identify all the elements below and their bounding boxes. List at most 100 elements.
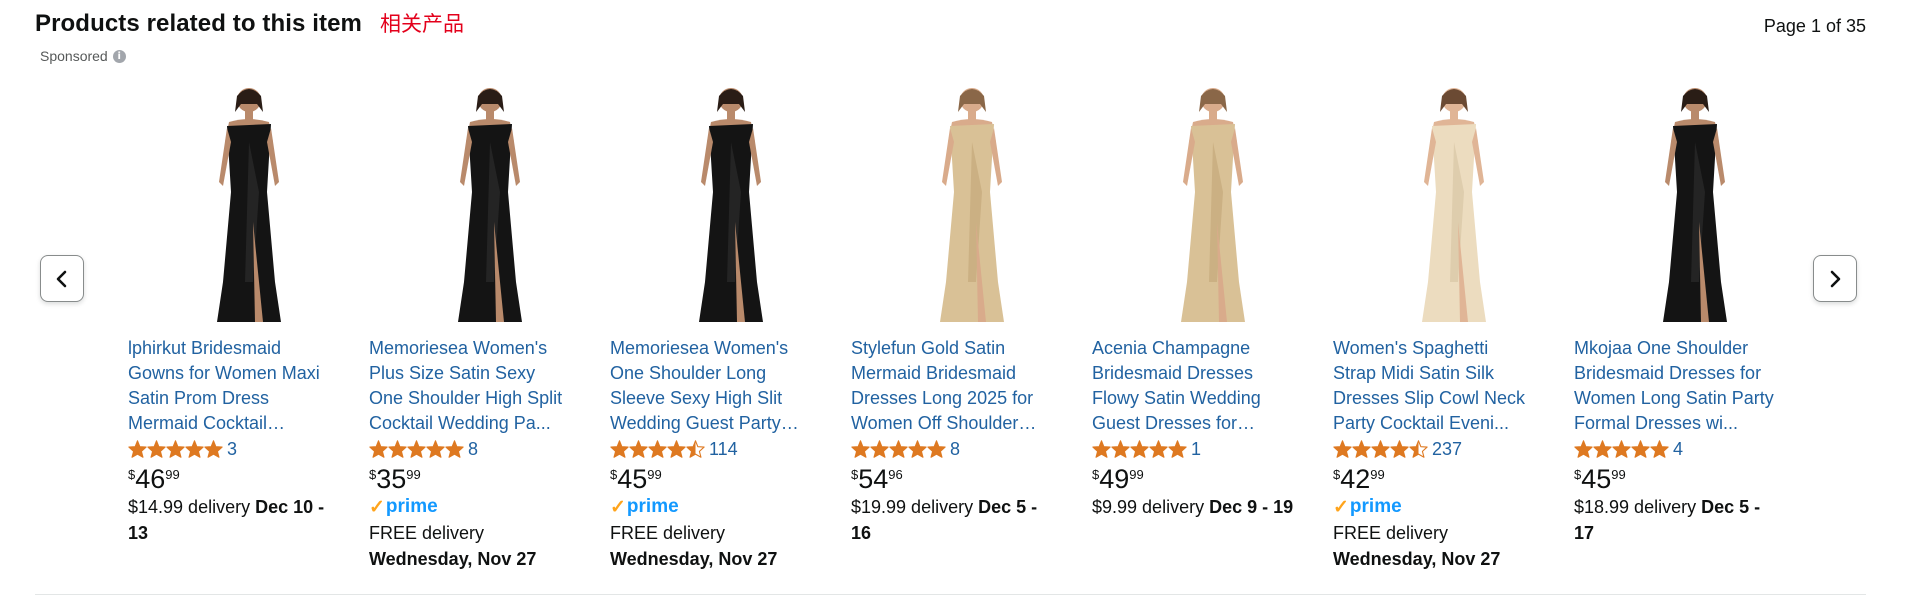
product-image-container[interactable]	[851, 82, 1092, 334]
product-image-container[interactable]	[610, 82, 851, 334]
carousel-next-button[interactable]	[1813, 255, 1857, 302]
price-fraction: 99	[165, 467, 180, 482]
price-whole: 45	[1581, 464, 1612, 494]
star-icon	[1631, 440, 1650, 458]
product-image-container[interactable]	[1092, 82, 1333, 334]
product-image[interactable]	[1595, 82, 1795, 334]
product-image[interactable]	[149, 82, 349, 334]
star-icon	[1650, 440, 1669, 458]
price-fraction: 99	[406, 467, 421, 482]
delivery-date: Wednesday, Nov 27	[610, 549, 778, 569]
star-rating[interactable]	[1574, 440, 1669, 458]
star-icon	[128, 440, 147, 458]
price-whole: 54	[858, 464, 889, 494]
product-carousel: lphirkut Bridesmaid Gowns for Women Maxi…	[128, 82, 1815, 572]
product-title-link[interactable]: lphirkut Bridesmaid Gowns for Women Maxi…	[128, 336, 328, 436]
star-icon	[667, 440, 686, 458]
star-icon	[1168, 440, 1187, 458]
product-card: Women's Spaghetti Strap Midi Satin Silk …	[1333, 82, 1574, 572]
product-title-link[interactable]: Mkojaa One Shoulder Bridesmaid Dresses f…	[1574, 336, 1774, 436]
product-image[interactable]	[390, 82, 590, 334]
star-icon	[1409, 440, 1428, 458]
sponsored-label[interactable]: Sponsored i	[40, 48, 126, 64]
rating-row[interactable]: 8	[369, 436, 610, 462]
delivery-text: FREE delivery	[369, 523, 485, 543]
delivery-date: Wednesday, Nov 27	[1333, 549, 1501, 569]
delivery-info: $18.99 delivery Dec 5 - 17	[1574, 494, 1779, 546]
delivery-date: Dec 9 - 19	[1209, 497, 1294, 517]
checkmark-icon: ✓	[369, 496, 385, 518]
product-image[interactable]	[1113, 82, 1313, 334]
price-fraction: 99	[1611, 467, 1626, 482]
product-title-link[interactable]: Memoriesea Women's One Shoulder Long Sle…	[610, 336, 810, 436]
delivery-date: Wednesday, Nov 27	[369, 549, 537, 569]
review-count-link[interactable]: 1	[1191, 439, 1201, 460]
star-icon	[870, 440, 889, 458]
product-image[interactable]	[1354, 82, 1554, 334]
chevron-right-icon	[1830, 270, 1841, 287]
star-icon	[908, 440, 927, 458]
star-icon	[388, 440, 407, 458]
star-icon	[629, 440, 648, 458]
price: $ 45 99	[1574, 464, 1815, 494]
price: $ 46 99	[128, 464, 369, 494]
carousel-prev-button[interactable]	[40, 255, 84, 302]
star-icon	[407, 440, 426, 458]
rating-row[interactable]: 1	[1092, 436, 1333, 462]
review-count-link[interactable]: 237	[1432, 439, 1462, 460]
review-count-link[interactable]: 114	[709, 439, 738, 460]
price: $ 35 99	[369, 464, 610, 494]
product-title-link[interactable]: Memoriesea Women's Plus Size Satin Sexy …	[369, 336, 569, 436]
product-card: Acenia Champagne Bridesmaid Dresses Flow…	[1092, 82, 1333, 572]
review-count-link[interactable]: 3	[227, 439, 237, 460]
price-fraction: 99	[1129, 467, 1144, 482]
info-icon[interactable]: i	[112, 49, 126, 63]
price-symbol: $	[1574, 467, 1582, 482]
star-rating[interactable]	[1333, 440, 1428, 458]
star-icon	[426, 440, 445, 458]
product-title-link[interactable]: Stylefun Gold Satin Mermaid Bridesmaid D…	[851, 336, 1051, 436]
rating-row[interactable]: 3	[128, 436, 369, 462]
review-count-link[interactable]: 8	[950, 439, 960, 460]
star-icon	[147, 440, 166, 458]
delivery-info: FREE delivery Wednesday, Nov 27	[610, 520, 815, 572]
review-count-link[interactable]: 4	[1673, 439, 1683, 460]
product-image-container[interactable]	[128, 82, 369, 334]
product-image[interactable]	[872, 82, 1072, 334]
product-card: Stylefun Gold Satin Mermaid Bridesmaid D…	[851, 82, 1092, 572]
section-divider	[35, 594, 1866, 595]
delivery-text: FREE delivery	[1333, 523, 1449, 543]
delivery-text: FREE delivery	[610, 523, 726, 543]
star-icon	[648, 440, 667, 458]
star-icon	[369, 440, 388, 458]
section-title: Products related to this item	[35, 10, 362, 37]
product-image-container[interactable]	[369, 82, 610, 334]
star-rating[interactable]	[369, 440, 464, 458]
chevron-left-icon	[56, 270, 67, 287]
product-title-link[interactable]: Women's Spaghetti Strap Midi Satin Silk …	[1333, 336, 1533, 436]
rating-row[interactable]: 237	[1333, 436, 1574, 462]
product-title-link[interactable]: Acenia Champagne Bridesmaid Dresses Flow…	[1092, 336, 1292, 436]
star-icon	[889, 440, 908, 458]
price-symbol: $	[851, 467, 859, 482]
delivery-text: $9.99 delivery	[1092, 497, 1210, 517]
rating-row[interactable]: 4	[1574, 436, 1815, 462]
star-rating[interactable]	[128, 440, 223, 458]
delivery-text: $14.99 delivery	[128, 497, 256, 517]
star-icon	[185, 440, 204, 458]
sponsored-text: Sponsored	[40, 48, 108, 64]
star-rating[interactable]	[610, 440, 705, 458]
star-rating[interactable]	[851, 440, 946, 458]
price-whole: 35	[376, 464, 407, 494]
star-icon	[1593, 440, 1612, 458]
star-icon	[851, 440, 870, 458]
product-image-container[interactable]	[1333, 82, 1574, 334]
review-count-link[interactable]: 8	[468, 439, 478, 460]
star-rating[interactable]	[1092, 440, 1187, 458]
rating-row[interactable]: 114	[610, 436, 851, 462]
product-image-container[interactable]	[1574, 82, 1815, 334]
product-image[interactable]	[631, 82, 831, 334]
star-icon	[686, 440, 705, 458]
delivery-info: $9.99 delivery Dec 9 - 19	[1092, 494, 1297, 520]
rating-row[interactable]: 8	[851, 436, 1092, 462]
